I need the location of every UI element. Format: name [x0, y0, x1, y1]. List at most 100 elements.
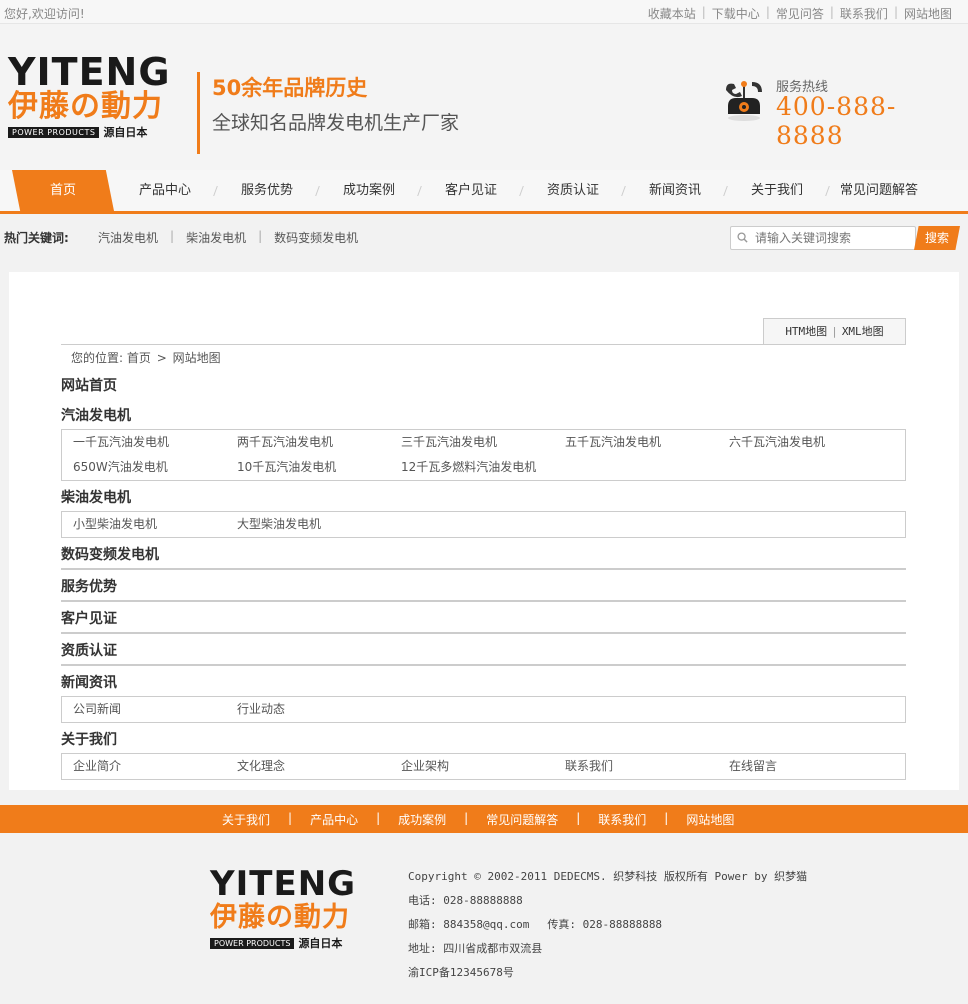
footer-link-sitemap[interactable]: 网站地图 — [677, 811, 743, 828]
keyword-link[interactable]: 汽油发电机 — [90, 229, 166, 246]
divider: | — [664, 811, 669, 825]
sitemap-section-title[interactable]: 数码变频发电机 — [61, 544, 159, 564]
footer-link-cases[interactable]: 成功案例 — [389, 811, 455, 828]
breadcrumb-arrow: > — [156, 351, 167, 365]
sitemap-section-title[interactable]: 新闻资讯 — [61, 672, 117, 692]
search-box — [730, 226, 916, 250]
nav-label: 常见问题解答 — [839, 183, 918, 198]
sitemap-home-link[interactable]: 网站首页 — [61, 375, 117, 395]
divider: | — [258, 229, 263, 243]
breadcrumb-home[interactable]: 首页 — [127, 351, 151, 365]
footer-email: 邮箱: 884358@qq.com — [408, 918, 530, 931]
footer-link-about[interactable]: 关于我们 — [213, 811, 279, 828]
sitemap-link[interactable]: 12千瓦多燃料汽油发电机 — [401, 458, 565, 483]
welcome-text: 您好,欢迎访问! — [4, 7, 85, 21]
sitemap-section-title[interactable]: 资质认证 — [61, 640, 117, 660]
footer-icp[interactable]: 渝ICP备12345678号 — [408, 964, 807, 988]
sitemap-link[interactable]: 企业架构 — [401, 757, 565, 782]
sitemap-link[interactable]: 三千瓦汽油发电机 — [401, 433, 565, 458]
top-link-favorite[interactable]: 收藏本站 — [642, 5, 702, 22]
footer-phone: 电话: 028-88888888 — [408, 894, 523, 907]
sitemap-link[interactable]: 六千瓦汽油发电机 — [729, 433, 893, 458]
keyword-link[interactable]: 数码变频发电机 — [266, 229, 366, 246]
top-link-download[interactable]: 下载中心 — [706, 5, 766, 22]
footer-link-contact[interactable]: 联系我们 — [589, 811, 655, 828]
nav-news[interactable]: 新闻资讯 — [624, 170, 728, 211]
breadcrumb-current: 网站地图 — [172, 351, 221, 365]
sitemap-section-title[interactable]: 关于我们 — [61, 729, 117, 749]
nav-label: 产品中心 — [138, 183, 191, 198]
sitemap-link[interactable]: 行业动态 — [237, 700, 401, 725]
sitemap-section-title[interactable]: 客户见证 — [61, 608, 117, 628]
logo-power-products: POWER PRODUCTS — [8, 126, 100, 138]
sitemap-section-links: 公司新闻 行业动态 — [61, 696, 906, 723]
sitemap-link[interactable]: 大型柴油发电机 — [237, 515, 401, 540]
nav-certification[interactable]: 资质认证 — [522, 170, 626, 211]
search-form: 搜索 — [730, 226, 962, 250]
logo-origin: 源自日本 — [298, 937, 343, 950]
main-content: HTM地图 | XML地图 您的位置: 首页 > 网站地图 网站首页 汽油发电机 一… — [9, 272, 959, 790]
top-link-faq[interactable]: 常见问答 — [770, 5, 830, 22]
sitemap-link[interactable]: 联系我们 — [565, 757, 729, 782]
slogan: 50余年品牌历史 全球知名品牌发电机生产厂家 — [197, 72, 459, 154]
sitemap-link[interactable]: 一千瓦汽油发电机 — [73, 433, 237, 458]
divider — [61, 600, 906, 602]
logo-tagline: POWER PRODUCTS 源自日本 — [210, 935, 385, 951]
slogan-history: 50余年品牌历史 — [212, 76, 368, 100]
sitemap-section-links: 小型柴油发电机 大型柴油发电机 — [61, 511, 906, 538]
nav-label: 资质认证 — [546, 183, 599, 198]
divider — [61, 632, 906, 634]
search-input[interactable] — [755, 230, 910, 246]
footer-link-faq[interactable]: 常见问题解答 — [477, 811, 567, 828]
logo[interactable]: YITENG 伊藤の動力 POWER PRODUCTS 源自日本 — [8, 53, 183, 164]
sitemap-section-links: 企业简介 文化理念 企业架构 联系我们 在线留言 — [61, 753, 906, 780]
sitemap-link[interactable]: 小型柴油发电机 — [73, 515, 237, 540]
main-nav: 首页 产品中心 服务优势 成功案例 客户见证 资质认证 新闻资讯 关于我们 常见… — [0, 170, 968, 214]
sitemap-link[interactable]: 两千瓦汽油发电机 — [237, 433, 401, 458]
header: YITENG 伊藤の動力 POWER PRODUCTS 源自日本 50余年品牌历… — [0, 24, 968, 170]
slogan-maker: 全球知名品牌发电机生产厂家 — [212, 112, 460, 134]
footer-copyright: Copyright © 2002-2011 DEDECMS. 织梦科技 版权所有… — [408, 870, 808, 883]
nav-cases[interactable]: 成功案例 — [318, 170, 422, 211]
logo-text-cjk: 伊藤の動力 — [210, 902, 350, 933]
sitemap-link[interactable]: 10千瓦汽油发电机 — [237, 458, 401, 483]
divider: | — [576, 811, 581, 825]
divider — [61, 568, 906, 570]
logo-tagline: POWER PRODUCTS 源自日本 — [8, 124, 183, 140]
sitemap-link[interactable]: 五千瓦汽油发电机 — [565, 433, 729, 458]
sitemap-link[interactable]: 公司新闻 — [73, 700, 237, 725]
sitemap-link[interactable]: 企业简介 — [73, 757, 237, 782]
footer-link-products[interactable]: 产品中心 — [301, 811, 367, 828]
logo-text-latin: YITENG — [210, 864, 357, 904]
nav-label: 关于我们 — [750, 183, 803, 198]
footer: YITENG 伊藤の動力 POWER PRODUCTS 源自日本 Copyrig… — [0, 833, 968, 1004]
nav-advantages[interactable]: 服务优势 — [216, 170, 320, 211]
xml-map-link[interactable]: XML地图 — [842, 325, 884, 338]
keyword-link[interactable]: 柴油发电机 — [178, 229, 254, 246]
sitemap-link[interactable]: 文化理念 — [237, 757, 401, 782]
nav-products[interactable]: 产品中心 — [114, 170, 218, 211]
nav-home[interactable]: 首页 — [12, 170, 114, 211]
logo-text-cjk: 伊藤の動力 — [8, 89, 163, 124]
top-link-contact[interactable]: 联系我们 — [834, 5, 894, 22]
logo-origin: 源自日本 — [103, 126, 148, 139]
footer-address: 地址: 四川省成都市双流县 — [408, 942, 543, 955]
top-link-sitemap[interactable]: 网站地图 — [898, 5, 958, 22]
sitemap-link[interactable]: 650W汽油发电机 — [73, 458, 237, 483]
divider: | — [376, 811, 381, 825]
nav-about[interactable]: 关于我们 — [726, 170, 830, 211]
nav-faq[interactable]: 常见问题解答 — [828, 170, 930, 211]
sitemap-section-title[interactable]: 服务优势 — [61, 576, 117, 596]
divider: | — [170, 229, 175, 243]
search-button[interactable]: 搜索 — [914, 226, 960, 250]
sitemap-link[interactable]: 在线留言 — [729, 757, 893, 782]
htm-map-link[interactable]: HTM地图 — [785, 325, 827, 338]
telephone-icon — [726, 81, 762, 121]
map-switch: HTM地图 | XML地图 — [763, 318, 906, 345]
divider: | — [831, 325, 838, 338]
nav-label: 成功案例 — [342, 183, 395, 198]
top-bar: 您好,欢迎访问! 收藏本站 | 下载中心 | 常见问答 | 联系我们 | 网站地图 — [0, 0, 968, 24]
sitemap-section-title[interactable]: 柴油发电机 — [61, 487, 131, 507]
nav-testimonials[interactable]: 客户见证 — [420, 170, 524, 211]
sitemap-section-title[interactable]: 汽油发电机 — [61, 405, 131, 425]
